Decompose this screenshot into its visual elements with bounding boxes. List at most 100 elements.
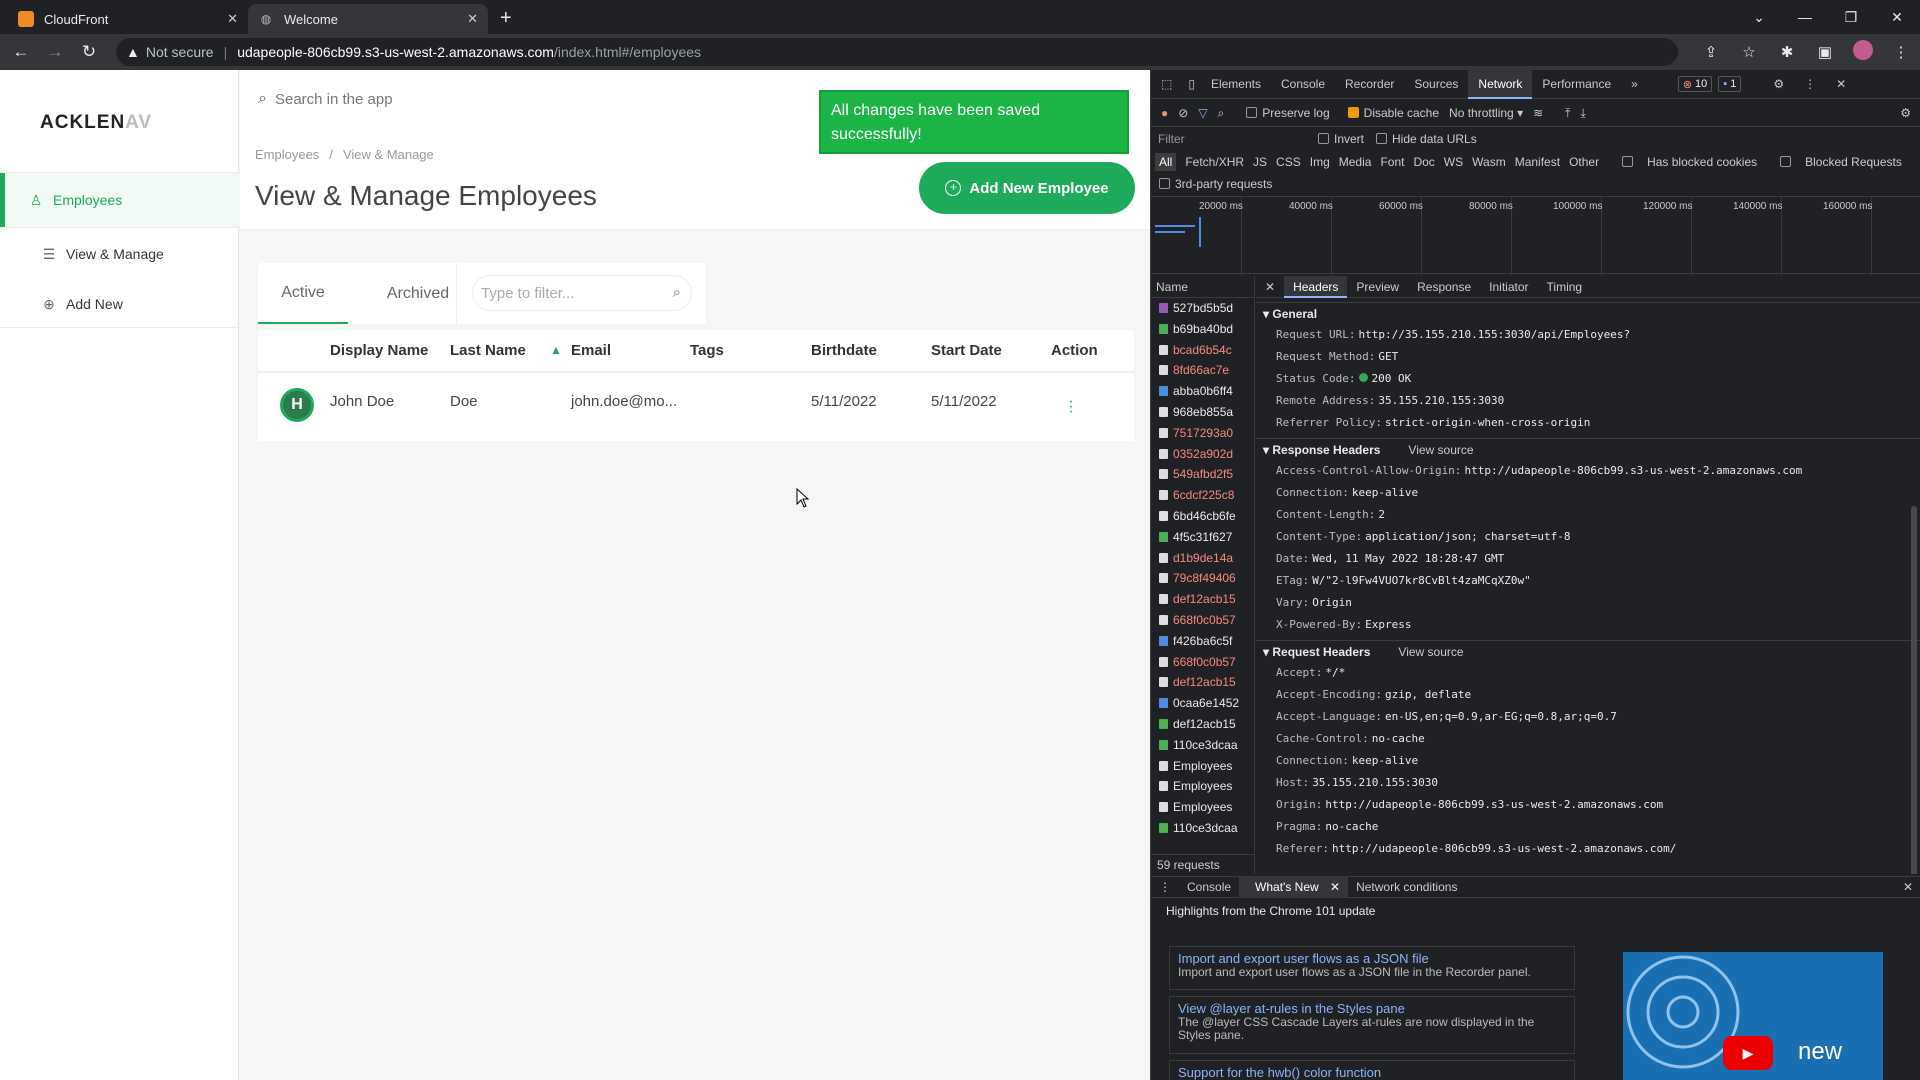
tab-response[interactable]: Response: [1408, 280, 1480, 294]
request-row[interactable]: bcad6b54c: [1151, 340, 1254, 361]
tab-initiator[interactable]: Initiator: [1480, 280, 1537, 294]
request-row[interactable]: 79c8f49406: [1151, 568, 1254, 589]
tab-search-icon[interactable]: ⌄: [1736, 9, 1782, 26]
disable-cache-checkbox[interactable]: Disable cache: [1347, 106, 1439, 120]
drawer-menu-icon[interactable]: ⋮: [1151, 880, 1179, 894]
request-row[interactable]: def12acb15: [1151, 589, 1254, 610]
restore-icon[interactable]: ❐: [1828, 9, 1874, 26]
whats-new-item[interactable]: View @layer at-rules in the Styles pane …: [1169, 996, 1575, 1054]
network-timeline-overview[interactable]: 20000 ms 40000 ms 60000 ms 80000 ms 1000…: [1151, 196, 1920, 275]
whats-new-item[interactable]: Import and export user flows as a JSON f…: [1169, 946, 1575, 990]
tab-performance[interactable]: Performance: [1532, 70, 1621, 99]
type-doc[interactable]: Doc: [1413, 155, 1434, 169]
whats-new-video-thumbnail[interactable]: ▶ new: [1623, 952, 1883, 1080]
request-row[interactable]: 668f0c0b57: [1151, 652, 1254, 673]
extensions-icon[interactable]: ✱: [1768, 43, 1806, 61]
reload-icon[interactable]: ↻: [76, 42, 102, 62]
type-fetch-xhr[interactable]: Fetch/XHR: [1185, 155, 1244, 169]
close-drawer-icon[interactable]: ✕: [1895, 880, 1920, 894]
general-section-header[interactable]: ▾ General: [1256, 302, 1920, 324]
request-row[interactable]: f426ba6c5f: [1151, 631, 1254, 652]
sidebar-item-employees[interactable]: ♙ Employees: [0, 173, 239, 227]
request-row[interactable]: 7517293a0: [1151, 423, 1254, 444]
app-search[interactable]: ⌕ Search in the app: [258, 90, 393, 108]
request-row[interactable]: abba0b6ff4: [1151, 381, 1254, 402]
tab-sources[interactable]: Sources: [1404, 70, 1468, 99]
more-tabs-icon[interactable]: »: [1621, 70, 1648, 99]
request-row[interactable]: d1b9de14a: [1151, 548, 1254, 569]
browser-tab-welcome[interactable]: ◍ Welcome ✕: [248, 4, 488, 34]
minimize-icon[interactable]: —: [1782, 9, 1828, 25]
tab-headers[interactable]: Headers: [1284, 276, 1348, 298]
table-row[interactable]: H John Doe Doe john.doe@mo... 5/11/2022 …: [258, 373, 1134, 441]
request-row[interactable]: b69ba40bd: [1151, 319, 1254, 340]
whats-new-link[interactable]: View @layer at-rules in the Styles pane: [1178, 1001, 1566, 1016]
tab-console[interactable]: Console: [1271, 70, 1335, 99]
request-row[interactable]: 110ce3dcaa: [1151, 818, 1254, 839]
type-wasm[interactable]: Wasm: [1472, 155, 1506, 169]
download-icon[interactable]: ⤓: [1580, 106, 1585, 121]
add-new-employee-button[interactable]: + Add New Employee: [919, 162, 1135, 214]
search-icon[interactable]: ⌕: [1218, 106, 1225, 121]
close-devtools-icon[interactable]: ✕: [1826, 70, 1856, 99]
inspect-icon[interactable]: ⬚: [1151, 70, 1182, 99]
settings-gear-icon[interactable]: ⚙: [1763, 70, 1794, 99]
devtools-menu-icon[interactable]: ⋮: [1794, 70, 1826, 99]
view-source-link[interactable]: View source: [1398, 645, 1463, 659]
avatar[interactable]: [1844, 40, 1882, 64]
tab-recorder[interactable]: Recorder: [1335, 70, 1404, 99]
sort-asc-icon[interactable]: ▲: [550, 343, 562, 357]
hide-data-urls-checkbox[interactable]: Hide data URLs: [1376, 132, 1477, 146]
back-icon[interactable]: ←: [8, 42, 34, 62]
upload-icon[interactable]: ⤒: [1565, 106, 1570, 121]
play-icon[interactable]: ▶: [1723, 1036, 1773, 1070]
request-row[interactable]: 8fd66ac7e: [1151, 360, 1254, 381]
network-filter-input[interactable]: Filter: [1158, 132, 1318, 146]
close-window-icon[interactable]: ✕: [1874, 9, 1920, 26]
type-all[interactable]: All: [1155, 153, 1177, 171]
type-other[interactable]: Other: [1569, 155, 1599, 169]
col-start-date[interactable]: Start Date: [931, 342, 1002, 359]
throttling-select[interactable]: No throttling ▾: [1449, 106, 1523, 120]
star-icon[interactable]: ☆: [1730, 43, 1768, 61]
whats-new-item[interactable]: Support for the hwb() color function: [1169, 1060, 1575, 1080]
view-source-link[interactable]: View source: [1408, 443, 1473, 457]
close-tab-icon[interactable]: ✕: [227, 11, 238, 27]
request-row[interactable]: 968eb855a: [1151, 402, 1254, 423]
network-settings-icon[interactable]: ⚙: [1900, 106, 1911, 120]
close-tab-icon[interactable]: ✕: [467, 11, 478, 27]
request-row[interactable]: 668f0c0b57: [1151, 610, 1254, 631]
filter-funnel-icon[interactable]: ▽: [1198, 106, 1207, 120]
sidebar-item-add-new[interactable]: ⊕ Add New: [0, 277, 239, 331]
forward-icon[interactable]: →: [42, 42, 68, 62]
col-email[interactable]: Email: [571, 342, 611, 359]
whats-new-link[interactable]: Support for the hwb() color function: [1178, 1065, 1566, 1080]
request-row[interactable]: def12acb15: [1151, 714, 1254, 735]
wifi-icon[interactable]: ≋: [1533, 106, 1543, 120]
request-row[interactable]: 549afbd2f5: [1151, 464, 1254, 485]
drawer-tab-console[interactable]: Console: [1179, 880, 1239, 894]
tab-preview[interactable]: Preview: [1347, 280, 1408, 294]
request-row[interactable]: 0caa6e1452: [1151, 693, 1254, 714]
request-row[interactable]: 6bd46cb6fe: [1151, 506, 1254, 527]
tab-active[interactable]: Active: [258, 263, 348, 324]
col-birthdate[interactable]: Birthdate: [811, 342, 877, 359]
more-menu-icon[interactable]: ⋮: [1882, 43, 1920, 61]
breadcrumb-employees[interactable]: Employees: [255, 147, 319, 162]
scrollbar[interactable]: [1911, 506, 1917, 874]
request-row[interactable]: Employees: [1151, 776, 1254, 797]
tab-network[interactable]: Network: [1468, 69, 1533, 99]
clear-icon[interactable]: ⊘: [1178, 106, 1188, 120]
filter-input[interactable]: Type to filter... ⌕: [472, 275, 692, 311]
error-badge[interactable]: ⊗ 10: [1677, 76, 1713, 92]
type-media[interactable]: Media: [1339, 155, 1372, 169]
record-icon[interactable]: ●: [1161, 106, 1168, 120]
request-row[interactable]: 4f5c31f627: [1151, 527, 1254, 548]
tab-archived[interactable]: Archived: [358, 263, 478, 324]
preserve-log-checkbox[interactable]: Preserve log: [1246, 106, 1330, 120]
row-action-menu-icon[interactable]: · · ·: [1066, 394, 1076, 420]
message-badge[interactable]: ▪ 1: [1718, 76, 1742, 92]
invert-checkbox[interactable]: Invert: [1318, 132, 1364, 146]
request-row[interactable]: Employees: [1151, 797, 1254, 818]
share-icon[interactable]: ⇪: [1692, 43, 1730, 61]
